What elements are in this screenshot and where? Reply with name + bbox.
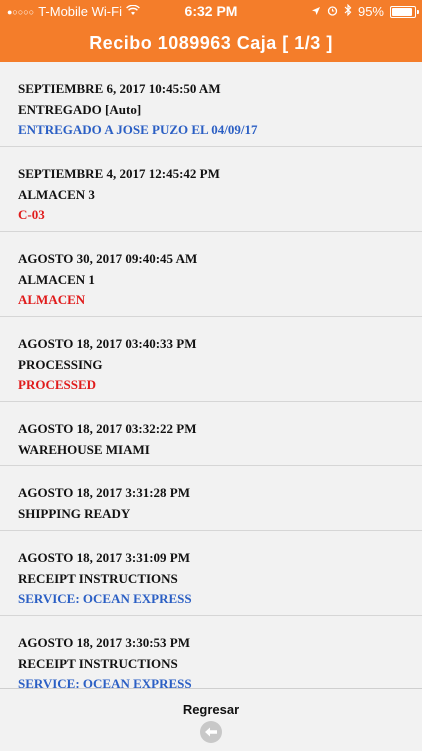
entry-detail: PROCESSED	[18, 377, 97, 392]
entry-date: AGOSTO 18, 2017 3:30:53 PM	[18, 635, 191, 650]
navigation-header: ●○○○○ T-Mobile Wi-Fi 6:32 PM 95% Recibo …	[0, 0, 422, 62]
entry-date: AGOSTO 18, 2017 3:31:28 PM	[18, 485, 191, 500]
bluetooth-icon	[344, 3, 352, 19]
list-item: SEPTIEMBRE 4, 2017 12:45:42 PM ALMACEN 3…	[0, 147, 422, 232]
list-item: AGOSTO 18, 2017 3:31:09 PM RECEIPT INSTR…	[0, 531, 422, 616]
list-item: AGOSTO 18, 2017 3:30:53 PM RECEIPT INSTR…	[0, 616, 422, 688]
entry-date: AGOSTO 18, 2017 03:32:22 PM	[18, 421, 197, 436]
entry-date: SEPTIEMBRE 6, 2017 10:45:50 AM	[18, 81, 221, 96]
back-button[interactable]: Regresar	[0, 689, 422, 751]
entry-status: PROCESSING	[18, 356, 103, 372]
entry-status: ENTREGADO [Auto]	[18, 101, 142, 117]
entry-status: RECEIPT INSTRUCTIONS	[18, 570, 178, 586]
alarm-icon	[327, 4, 338, 19]
entry-status: WAREHOUSE MIAMI	[18, 441, 150, 457]
battery-icon	[390, 5, 419, 18]
tracking-history-list[interactable]: SEPTIEMBRE 6, 2017 10:45:50 AM ENTREGADO…	[0, 62, 422, 688]
entry-detail: SERVICE: OCEAN EXPRESS	[18, 676, 192, 688]
list-item: AGOSTO 18, 2017 3:31:28 PM SHIPPING READ…	[0, 466, 422, 531]
entry-date: SEPTIEMBRE 4, 2017 12:45:42 PM	[18, 166, 220, 181]
arrow-left-circle-icon[interactable]	[200, 721, 222, 743]
entry-status: ALMACEN 1	[18, 271, 95, 287]
list-item: AGOSTO 18, 2017 03:32:22 PM WAREHOUSE MI…	[0, 402, 422, 466]
entry-detail: ALMACEN	[18, 292, 86, 307]
list-item: AGOSTO 30, 2017 09:40:45 AM ALMACEN 1 AL…	[0, 232, 422, 317]
entry-detail: ENTREGADO A JOSE PUZO EL 04/09/17	[18, 122, 258, 137]
entry-date: AGOSTO 18, 2017 03:40:33 PM	[18, 336, 197, 351]
back-button-label[interactable]: Regresar	[183, 702, 239, 717]
list-item: SEPTIEMBRE 6, 2017 10:45:50 AM ENTREGADO…	[0, 62, 422, 147]
entry-date: AGOSTO 30, 2017 09:40:45 AM	[18, 251, 198, 266]
footer-bar: Regresar	[0, 688, 422, 751]
entry-status: RECEIPT INSTRUCTIONS	[18, 655, 178, 671]
battery-percent: 95%	[357, 4, 384, 19]
entry-status: SHIPPING READY	[18, 505, 131, 521]
entry-date: AGOSTO 18, 2017 3:31:09 PM	[18, 550, 191, 565]
status-bar: ●○○○○ T-Mobile Wi-Fi 6:32 PM 95%	[0, 0, 422, 22]
entry-status: ALMACEN 3	[18, 186, 95, 202]
location-arrow-icon	[311, 4, 321, 19]
entry-detail: C-03	[18, 207, 45, 222]
entry-detail: SERVICE: OCEAN EXPRESS	[18, 591, 192, 606]
list-item: AGOSTO 18, 2017 03:40:33 PM PROCESSING P…	[0, 317, 422, 402]
page-title: Recibo 1089963 Caja [ 1/3 ]	[89, 33, 333, 53]
